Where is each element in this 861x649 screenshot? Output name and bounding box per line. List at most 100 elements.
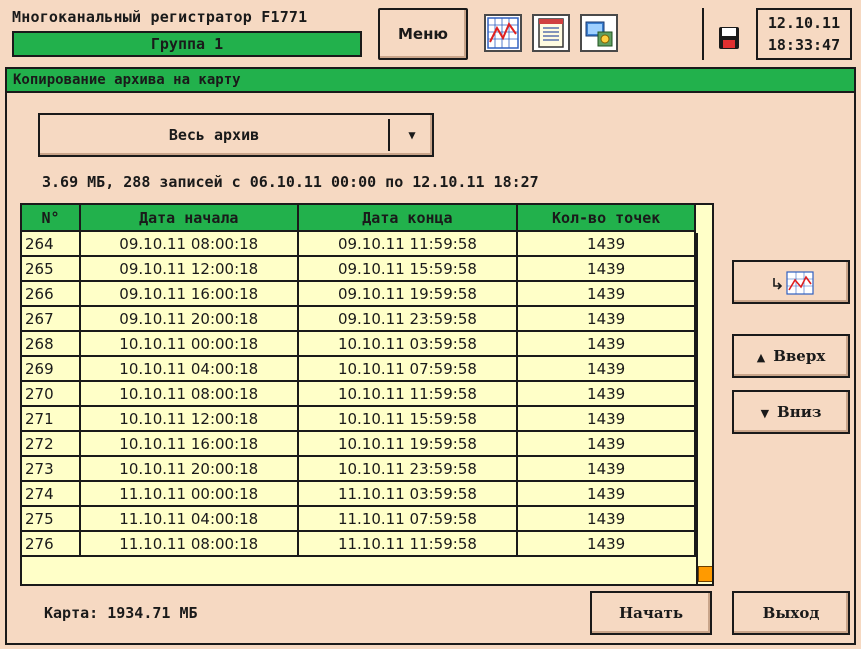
cell-points: 1439: [517, 256, 696, 282]
start-button[interactable]: Начать: [590, 591, 712, 635]
group-selector[interactable]: Группа 1: [12, 31, 362, 57]
cell-number: 276: [22, 531, 81, 557]
arrow-to-chart-icon: [773, 271, 814, 295]
cell-number: 274: [22, 481, 81, 507]
cell-number: 269: [22, 356, 81, 382]
open-chart-button[interactable]: [732, 260, 850, 304]
cell-number: 266: [22, 281, 81, 307]
table-row[interactable]: 271 10.10.11 12:00:18 10.10.11 15:59:58 143…: [22, 406, 696, 432]
cell-end-date: 09.10.11 15:59:58: [297, 256, 519, 282]
app-title: Многоканальный регистратор F1771: [12, 8, 308, 26]
menu-button[interactable]: Меню: [378, 8, 468, 60]
date-time-display: 12.10.11 18:33:47: [756, 8, 852, 60]
table-body: 264 09.10.11 08:00:18 09.10.11 11:59:58 143…: [22, 231, 696, 557]
table-row[interactable]: 276 11.10.11 08:00:18 11.10.11 11:59:58 143…: [22, 531, 696, 557]
cell-number: 265: [22, 256, 81, 282]
cell-start-date: 09.10.11 20:00:18: [79, 306, 299, 332]
column-header-points: Кол-во точек: [517, 205, 696, 232]
table-row[interactable]: 270 10.10.11 08:00:18 10.10.11 11:59:58 143…: [22, 381, 696, 407]
toolbar-separator: [702, 8, 704, 60]
scroll-thumb[interactable]: [698, 566, 712, 582]
table-row[interactable]: 274 11.10.11 00:00:18 11.10.11 03:59:58 143…: [22, 481, 696, 507]
cell-number: 270: [22, 381, 81, 407]
scroll-down-button[interactable]: ▼ Вниз: [732, 390, 850, 434]
column-header-number: N°: [22, 205, 81, 232]
cell-start-date: 10.10.11 08:00:18: [79, 381, 299, 407]
table-row[interactable]: 267 09.10.11 20:00:18 09.10.11 23:59:58 143…: [22, 306, 696, 332]
table-scrollbar[interactable]: [696, 233, 712, 584]
cell-points: 1439: [517, 431, 696, 457]
triangle-up-icon: ▲: [756, 351, 766, 364]
archive-range-select[interactable]: Весь архив ▼: [38, 113, 434, 157]
select-divider: [388, 119, 390, 151]
cell-end-date: 10.10.11 23:59:58: [297, 456, 519, 482]
dropdown-arrow-icon[interactable]: ▼: [392, 115, 432, 155]
cell-end-date: 11.10.11 03:59:58: [297, 481, 519, 507]
cell-end-date: 11.10.11 07:59:58: [297, 506, 519, 532]
cell-start-date: 10.10.11 20:00:18: [79, 456, 299, 482]
cell-points: 1439: [517, 456, 696, 482]
floppy-disk-icon[interactable]: [718, 26, 740, 50]
cell-end-date: 09.10.11 23:59:58: [297, 306, 519, 332]
cell-start-date: 11.10.11 08:00:18: [79, 531, 299, 557]
settings-icon[interactable]: [580, 14, 618, 52]
scroll-down-label: Вниз: [777, 403, 822, 421]
cell-start-date: 10.10.11 16:00:18: [79, 431, 299, 457]
cell-points: 1439: [517, 481, 696, 507]
table-row[interactable]: 272 10.10.11 16:00:18 10.10.11 19:59:58 143…: [22, 431, 696, 457]
current-time: 18:33:47: [767, 36, 841, 54]
archive-copy-panel: Копирование архива на карту Весь архив ▼…: [5, 67, 856, 645]
cell-end-date: 09.10.11 11:59:58: [297, 231, 519, 257]
cell-points: 1439: [517, 331, 696, 357]
scroll-up-button[interactable]: ▲ Вверх: [732, 334, 850, 378]
cell-end-date: 10.10.11 03:59:58: [297, 331, 519, 357]
cell-start-date: 11.10.11 04:00:18: [79, 506, 299, 532]
scroll-up-label: Вверх: [773, 347, 826, 365]
table-row[interactable]: 264 09.10.11 08:00:18 09.10.11 11:59:58 143…: [22, 231, 696, 257]
cell-number: 264: [22, 231, 81, 257]
table-row[interactable]: 269 10.10.11 04:00:18 10.10.11 07:59:58 143…: [22, 356, 696, 382]
cell-start-date: 09.10.11 08:00:18: [79, 231, 299, 257]
cell-points: 1439: [517, 306, 696, 332]
cell-start-date: 10.10.11 00:00:18: [79, 331, 299, 357]
column-header-end-date: Дата конца: [297, 205, 519, 232]
cell-points: 1439: [517, 506, 696, 532]
cell-points: 1439: [517, 281, 696, 307]
cell-end-date: 10.10.11 07:59:58: [297, 356, 519, 382]
cell-number: 268: [22, 331, 81, 357]
cell-end-date: 10.10.11 15:59:58: [297, 406, 519, 432]
table-row[interactable]: 275 11.10.11 04:00:18 11.10.11 07:59:58 143…: [22, 506, 696, 532]
notepad-icon[interactable]: [532, 14, 570, 52]
table-row[interactable]: 273 10.10.11 20:00:18 10.10.11 23:59:58 143…: [22, 456, 696, 482]
archive-range-value: Весь архив: [168, 126, 260, 144]
cell-start-date: 10.10.11 04:00:18: [79, 356, 299, 382]
top-bar: Многоканальный регистратор F1771 Группа …: [0, 0, 861, 64]
table-row[interactable]: 265 09.10.11 12:00:18 09.10.11 15:59:58 143…: [22, 256, 696, 282]
cell-start-date: 09.10.11 12:00:18: [79, 256, 299, 282]
table-header-row: N° Дата начала Дата конца Кол-во точек: [22, 205, 696, 232]
cell-end-date: 10.10.11 19:59:58: [297, 431, 519, 457]
cell-start-date: 11.10.11 00:00:18: [79, 481, 299, 507]
chart-icon[interactable]: [484, 14, 522, 52]
current-date: 12.10.11: [767, 14, 841, 32]
panel-title: Копирование архива на карту: [7, 69, 854, 93]
triangle-down-icon: ▼: [760, 407, 770, 420]
cell-end-date: 10.10.11 11:59:58: [297, 381, 519, 407]
cell-points: 1439: [517, 531, 696, 557]
cell-points: 1439: [517, 381, 696, 407]
cell-start-date: 10.10.11 12:00:18: [79, 406, 299, 432]
column-header-start-date: Дата начала: [79, 205, 299, 232]
table-row[interactable]: 266 09.10.11 16:00:18 09.10.11 19:59:58 143…: [22, 281, 696, 307]
cell-points: 1439: [517, 356, 696, 382]
exit-button[interactable]: Выход: [732, 591, 850, 635]
cell-end-date: 09.10.11 19:59:58: [297, 281, 519, 307]
card-capacity: Карта: 1934.71 МБ: [44, 604, 198, 622]
clock-area: 12.10.11 18:33:47: [718, 8, 852, 60]
cell-number: 267: [22, 306, 81, 332]
cell-points: 1439: [517, 406, 696, 432]
cell-number: 271: [22, 406, 81, 432]
cell-start-date: 09.10.11 16:00:18: [79, 281, 299, 307]
table-row[interactable]: 268 10.10.11 00:00:18 10.10.11 03:59:58 143…: [22, 331, 696, 357]
records-table: N° Дата начала Дата конца Кол-во точек 2…: [20, 203, 714, 586]
cell-points: 1439: [517, 231, 696, 257]
